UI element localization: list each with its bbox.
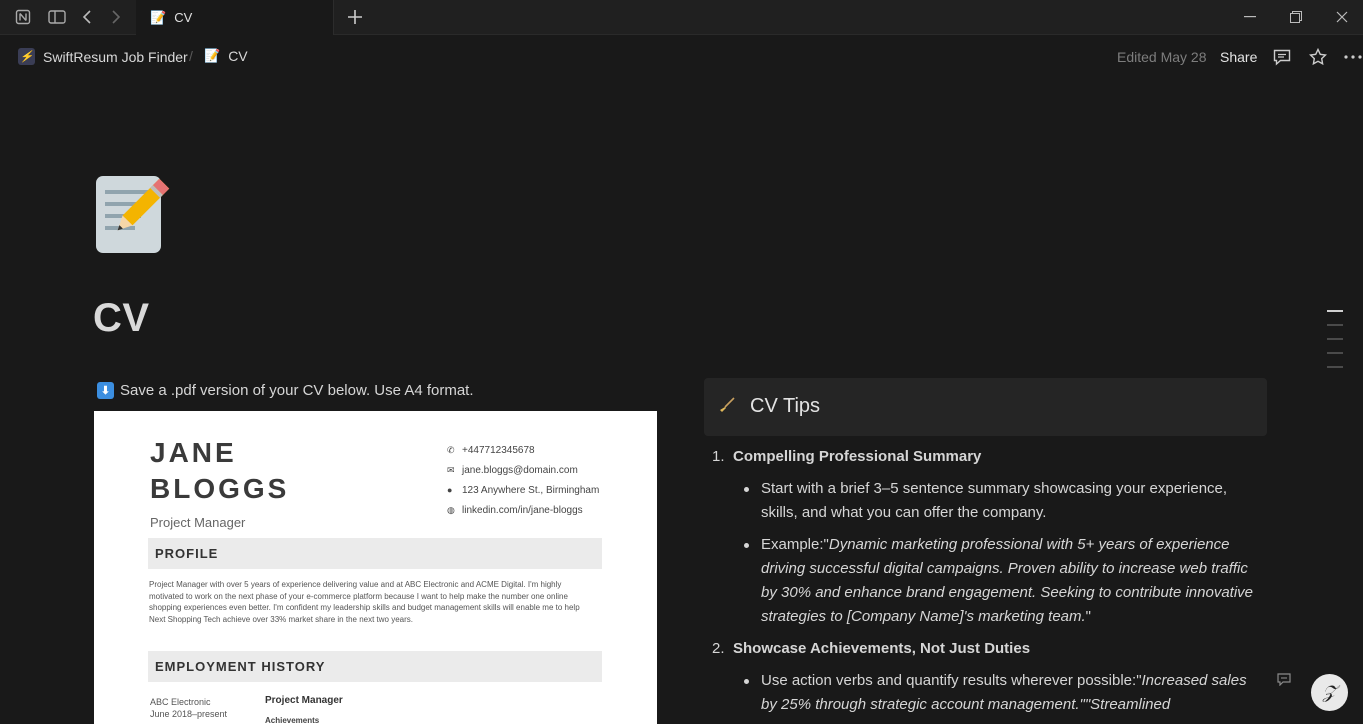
new-tab-icon[interactable] xyxy=(345,7,365,27)
cv-job-title: Project Manager xyxy=(265,695,343,706)
cv-linkedin: linkedin.com/in/jane-bloggs xyxy=(462,504,583,516)
cv-contact: ✆ +447712345678 ✉ jane.bloggs@domain.com ●… xyxy=(447,440,599,520)
outline-item[interactable] xyxy=(1327,310,1343,312)
cv-last-name: BLOGGS xyxy=(150,473,290,504)
restore-icon[interactable] xyxy=(1284,7,1308,27)
cv-first-name: JANE xyxy=(150,437,237,468)
breadcrumb-page-label: CV xyxy=(228,48,248,64)
cv-profile-heading-bar: PROFILE xyxy=(148,538,602,569)
cv-dates: June 2018–present xyxy=(150,709,228,719)
outline-item[interactable] xyxy=(1327,324,1343,326)
cv-address: 123 Anywhere St., Birmingham xyxy=(462,484,600,496)
more-options-icon[interactable] xyxy=(1342,46,1363,68)
email-icon: ✉ xyxy=(447,464,455,475)
cv-employer: ABC Electronic xyxy=(150,697,211,707)
cv-profile-heading: PROFILE xyxy=(155,546,219,561)
page-memo-icon[interactable] xyxy=(96,176,172,254)
edited-timestamp: Edited May 28 xyxy=(1117,49,1207,65)
example-text: Dynamic marketing professional with 5+ y… xyxy=(761,536,1254,625)
example-prefix: Example:" xyxy=(761,536,829,553)
page-header: ⚡ SwiftResum Job Finder / 📝 CV Edited Ma… xyxy=(0,36,1363,78)
ai-assistant-icon[interactable]: 𝒵 xyxy=(1311,674,1348,711)
cv-employment-heading: EMPLOYMENT HISTORY xyxy=(155,659,326,674)
cv-email: jane.bloggs@domain.com xyxy=(462,464,578,476)
cv-document-preview[interactable]: JANE BLOGGS Project Manager ✆ +4477123456… xyxy=(94,411,657,724)
outline-item[interactable] xyxy=(1327,366,1343,368)
minimize-icon[interactable] xyxy=(1238,7,1262,27)
breadcrumb-workspace[interactable]: ⚡ SwiftResum Job Finder xyxy=(18,48,188,65)
download-arrow-icon: ⬇ xyxy=(97,382,114,399)
example-suffix: " xyxy=(1085,608,1091,625)
cv-profile-text: Project Manager with over 5 years of exp… xyxy=(149,580,580,624)
tip-title: Showcase Achievements, Not Just Duties xyxy=(733,640,1031,657)
star-icon[interactable] xyxy=(1307,46,1329,68)
title-bar: 📝 CV xyxy=(0,0,1363,35)
cv-tips-list: 1. Compelling Professional Summary Start… xyxy=(712,445,1264,717)
comment-bubble-icon[interactable] xyxy=(1277,673,1291,689)
page-title[interactable]: CV xyxy=(93,296,150,341)
cv-role: Project Manager xyxy=(150,515,246,530)
location-pin-icon: ● xyxy=(447,484,453,495)
save-instruction-text: Save a .pdf version of your CV below. Us… xyxy=(120,382,474,399)
broom-icon xyxy=(718,396,736,419)
list-item[interactable]: 2. Showcase Achievements, Not Just Dutie… xyxy=(712,637,1264,661)
close-icon[interactable] xyxy=(1330,7,1354,27)
cv-achievements: Achievements xyxy=(265,716,320,724)
notion-logo-icon[interactable] xyxy=(13,7,33,27)
workspace-icon: ⚡ xyxy=(18,48,35,65)
comment-icon[interactable] xyxy=(1271,46,1293,68)
list-item[interactable]: Start with a brief 3–5 sentence summary … xyxy=(712,477,1264,525)
list-number: 2. xyxy=(712,640,725,657)
list-item[interactable]: 1. Compelling Professional Summary xyxy=(712,445,1264,469)
memo-icon: 📝 xyxy=(204,48,221,63)
outline-item[interactable] xyxy=(1327,352,1343,354)
tab-title: CV xyxy=(174,10,193,25)
list-item[interactable]: Example:"Dynamic marketing professional … xyxy=(712,533,1264,629)
list-item[interactable]: Use action verbs and quantify results wh… xyxy=(712,669,1264,717)
memo-icon: 📝 xyxy=(150,9,167,25)
save-instruction[interactable]: ⬇ Save a .pdf version of your CV below. … xyxy=(97,382,474,399)
cv-tips-heading: CV Tips xyxy=(750,395,821,417)
cv-name: JANE BLOGGS xyxy=(150,435,289,507)
sidebar-toggle-icon[interactable] xyxy=(47,7,67,27)
breadcrumb-workspace-label: SwiftResum Job Finder xyxy=(43,48,188,65)
globe-icon: ◍ xyxy=(447,504,455,515)
cv-employer-block: ABC Electronic June 2018–present xyxy=(150,696,227,720)
list-number: 1. xyxy=(712,448,725,465)
cv-phone: +447712345678 xyxy=(462,444,535,456)
breadcrumb-page[interactable]: 📝 CV xyxy=(204,48,248,64)
tab-cv[interactable]: 📝 CV xyxy=(136,0,334,35)
share-button[interactable]: Share xyxy=(1220,49,1257,65)
table-of-contents-outline[interactable] xyxy=(1327,310,1343,380)
cv-tips-callout[interactable]: CV Tips xyxy=(704,378,1267,436)
outline-item[interactable] xyxy=(1327,338,1343,340)
back-arrow-icon[interactable] xyxy=(77,7,97,27)
breadcrumb-separator: / xyxy=(189,48,193,64)
phone-icon: ✆ xyxy=(447,444,455,455)
cv-employment-heading-bar: EMPLOYMENT HISTORY xyxy=(148,651,602,682)
forward-arrow-icon[interactable] xyxy=(106,7,126,27)
tip-text: Use action verbs and quantify results wh… xyxy=(761,672,1142,689)
tip-title: Compelling Professional Summary xyxy=(733,448,982,465)
